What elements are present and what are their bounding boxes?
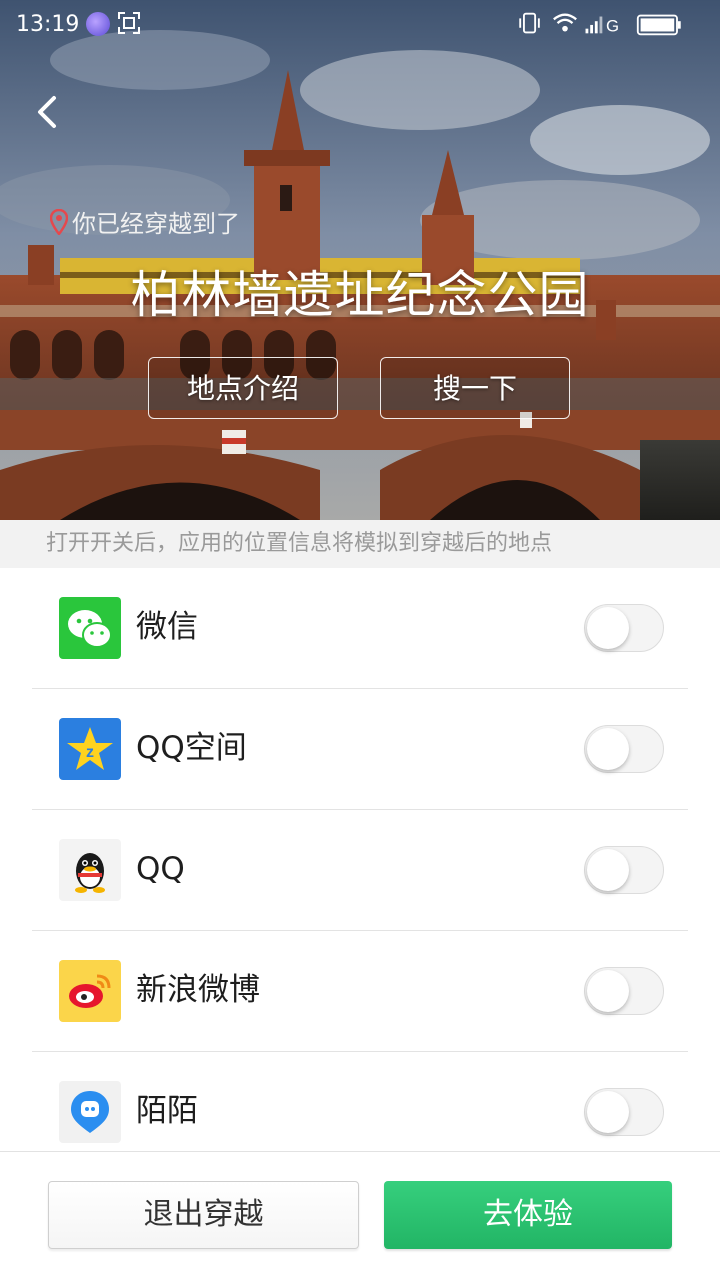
location-prefix: 你已经穿越到了 <box>72 210 240 238</box>
qzone-icon: z <box>59 718 121 780</box>
app-name: 新浪微博 <box>136 972 260 1008</box>
wechat-icon <box>59 597 121 659</box>
app-name: QQ空间 <box>136 730 247 766</box>
wifi-icon <box>553 13 577 32</box>
vibrate-icon <box>519 12 540 34</box>
toggle-knob <box>587 849 629 891</box>
chevron-left-icon[interactable] <box>28 90 68 134</box>
app-name: QQ <box>136 851 185 887</box>
location-hint: 打开开关后，应用的位置信息将模拟到穿越后的地点 <box>0 520 720 568</box>
list-item-wechat: 微信 <box>0 568 720 689</box>
screenshot-icon <box>118 12 140 34</box>
app-name: 微信 <box>136 609 198 645</box>
place-title: 柏林墙遗址纪念公园 <box>130 266 590 324</box>
status-time: 13:19 <box>16 12 80 37</box>
search-button[interactable]: 搜一下 <box>380 357 570 419</box>
weibo-icon <box>59 960 121 1022</box>
location-line: 你已经穿越到了 <box>50 204 240 239</box>
toggle-knob <box>587 1091 629 1133</box>
signal-icon <box>585 16 603 34</box>
status-bar: 13:19 G <box>0 0 720 50</box>
qzone-toggle[interactable] <box>584 725 664 773</box>
toggle-knob <box>587 970 629 1012</box>
battery-icon <box>636 14 681 36</box>
qq-toggle[interactable] <box>584 846 664 894</box>
exit-travel-button[interactable]: 退出穿越 <box>48 1181 359 1249</box>
carrier-label: G <box>606 16 619 35</box>
momo-toggle[interactable] <box>584 1088 664 1136</box>
weibo-toggle[interactable] <box>584 967 664 1015</box>
status-icons: G <box>519 12 681 36</box>
bottom-action-bar: 退出穿越 去体验 <box>0 1151 720 1280</box>
toggle-knob <box>587 728 629 770</box>
list-item-qzone: z QQ空间 <box>0 689 720 810</box>
list-item-qq: QQ <box>0 810 720 931</box>
svg-text:z: z <box>86 744 94 761</box>
app-list: 微信 z QQ空间 QQ 新浪微博 陌陌 <box>0 568 720 1173</box>
list-item-weibo: 新浪微博 <box>0 931 720 1052</box>
place-intro-button[interactable]: 地点介绍 <box>148 357 338 419</box>
qq-icon <box>59 839 121 901</box>
toggle-knob <box>587 607 629 649</box>
avatar-icon <box>86 12 110 36</box>
go-experience-button[interactable]: 去体验 <box>384 1181 672 1249</box>
location-pin-icon <box>50 208 68 235</box>
momo-icon <box>59 1081 121 1143</box>
hero-banner: 13:19 G 你已经穿越到了 柏林墙遗址纪念公园 地点介绍 搜一下 <box>0 0 720 520</box>
wechat-toggle[interactable] <box>584 604 664 652</box>
